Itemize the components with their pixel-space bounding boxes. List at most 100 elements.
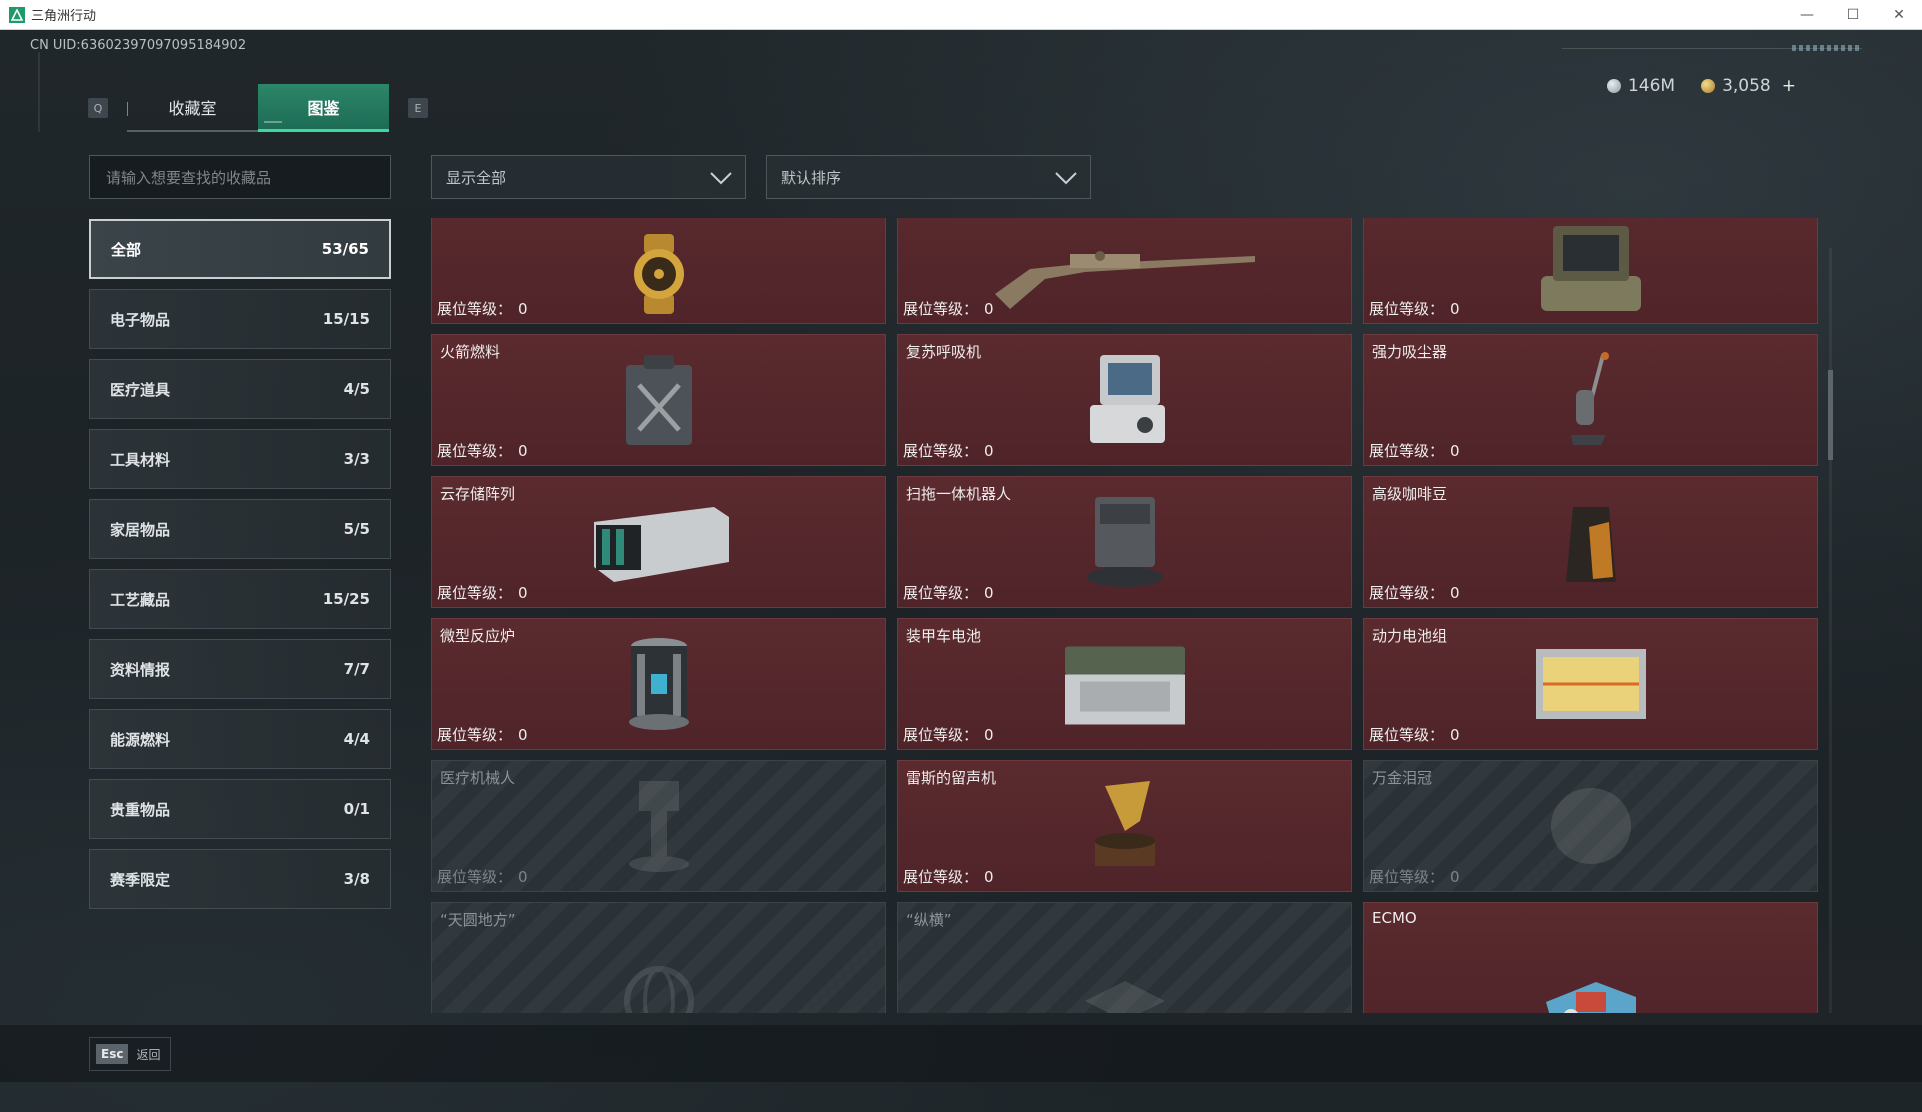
item-name: 万金泪冠 [1372,769,1433,787]
gold-amount: 3,058 [1722,76,1771,96]
vacuum-cleaner-icon [1570,352,1609,445]
item-name: 微型反应炉 [440,627,516,645]
category-count: 5/5 [343,520,370,538]
collection-card[interactable]: 微型反应炉 展位等级： 0 [431,618,886,750]
medical-robot-icon [628,781,689,872]
item-level: 展位等级： 0 [903,300,994,318]
category-label: 资料情报 [110,660,171,679]
category-count: 3/8 [343,870,370,888]
silver-amount: 146M [1627,76,1676,96]
sort-dropdown[interactable]: 默认排序 [766,155,1091,199]
item-name: 动力电池组 [1372,627,1448,645]
category-label: 全部 [111,240,142,259]
gramophone-icon [1094,781,1155,866]
back-label: 返回 [136,1047,161,1062]
globe-icon [623,965,694,1013]
gold-coin-icon [1701,79,1716,93]
battery-pack-icon [1535,649,1646,719]
tab-catalog[interactable]: 图鉴 [258,84,389,132]
micro-reactor-icon [628,638,689,730]
maximize-icon[interactable]: ☐ [1830,0,1876,30]
collection-card-locked[interactable]: “纵横” [897,902,1352,1013]
item-level: 展位等级： 0 [903,868,994,886]
collection-card[interactable]: 动力电池组 展位等级： 0 [1363,618,1818,750]
filter-dropdown[interactable]: 显示全部 [431,155,746,199]
esc-key-hint: Esc [96,1044,129,1064]
tab-collection-room[interactable]: 收藏室 [127,84,258,132]
collection-card[interactable]: 展位等级： 0 [431,218,886,324]
collection-card[interactable]: 复苏呼吸机 展位等级： 0 [897,334,1352,466]
coffee-bag-icon [1565,507,1616,582]
category-valuables[interactable]: 贵重物品 0/1 [89,779,391,839]
app-logo-icon [9,6,25,23]
item-name: 强力吸尘器 [1372,343,1448,361]
category-count: 4/4 [343,730,370,748]
grid-scrollbar-track[interactable] [1829,248,1832,1013]
item-name: 扫拖一体机器人 [906,485,1012,503]
category-count: 4/5 [343,380,370,398]
item-name: “天圆地方” [440,911,516,929]
grid-scrollbar-thumb[interactable] [1828,370,1833,460]
silver-currency: 146M [1606,76,1676,96]
collection-card[interactable]: 强力吸尘器 展位等级： 0 [1363,334,1818,466]
window-titlebar: 三角洲行动 — ☐ ✕ [0,0,1922,30]
category-crafts[interactable]: 工艺藏品 15/25 [89,569,391,629]
category-label: 能源燃料 [110,730,171,749]
item-level: 展位等级： 0 [437,726,528,744]
add-currency-button[interactable]: + [1782,76,1796,96]
category-season-limited[interactable]: 赛季限定 3/8 [89,849,391,909]
category-intel[interactable]: 资料情报 7/7 [89,639,391,699]
category-all[interactable]: 全部 53/65 [89,219,391,279]
collection-card[interactable]: 雷斯的留声机 展位等级： 0 [897,760,1352,892]
military-terminal-icon [1540,226,1641,311]
fuel-canister-icon [625,355,692,445]
crown-icon [1550,788,1631,864]
collection-card-locked[interactable]: “天圆地方” [431,902,886,1013]
decor-line [38,52,40,132]
item-level: 展位等级： 0 [437,584,528,602]
close-icon[interactable]: ✕ [1876,0,1922,30]
category-electronics[interactable]: 电子物品 15/15 [89,289,391,349]
category-list: 全部 53/65 电子物品 15/15 医疗道具 4/5 工具材料 3/3 家居… [89,219,391,919]
collection-card[interactable]: 扫拖一体机器人 展位等级： 0 [897,476,1352,608]
item-name: 高级咖啡豆 [1372,485,1448,503]
category-energy[interactable]: 能源燃料 4/4 [89,709,391,769]
collection-card[interactable]: ECMO [1363,902,1818,1013]
gold-watch-icon [633,233,684,314]
storage-array-icon [593,507,729,582]
collection-card[interactable]: 云存储阵列 展位等级： 0 [431,476,886,608]
category-label: 工具材料 [110,450,171,469]
collection-card[interactable]: 高级咖啡豆 展位等级： 0 [1363,476,1818,608]
back-button[interactable]: Esc 返回 [89,1037,171,1071]
collection-card[interactable]: 火箭燃料 展位等级： 0 [431,334,886,466]
category-label: 工艺藏品 [110,590,171,609]
window-title: 三角洲行动 [31,9,97,24]
collection-card[interactable]: 装甲车电池 展位等级： 0 [897,618,1352,750]
mop-robot-icon [1086,497,1163,587]
category-medical[interactable]: 医疗道具 4/5 [89,359,391,419]
collection-grid: 展位等级： 0 展位等级： 0 展位等级： 0 火箭燃料 展位等级： 0 复苏呼吸机 [431,218,1821,1013]
antique-rifle-icon [994,250,1255,309]
collection-card[interactable]: 展位等级： 0 [1363,218,1818,324]
gold-currency: 3,058 + [1701,76,1796,96]
category-count: 53/65 [321,240,369,258]
category-label: 贵重物品 [110,800,171,819]
collection-card-locked[interactable]: 万金泪冠 展位等级： 0 [1363,760,1818,892]
search-input[interactable]: 请输入想要查找的收藏品 [89,155,391,199]
chevron-down-icon [710,172,732,185]
item-level: 展位等级： 0 [1369,300,1460,318]
category-label: 电子物品 [110,310,171,329]
item-name: 医疗机械人 [440,769,516,787]
category-tools[interactable]: 工具材料 3/3 [89,429,391,489]
item-level: 展位等级： 0 [437,868,528,886]
collection-card[interactable]: 展位等级： 0 [897,218,1352,324]
collection-card-locked[interactable]: 医疗机械人 展位等级： 0 [431,760,886,892]
ecmo-machine-icon [1545,982,1636,1013]
item-level: 展位等级： 0 [903,726,994,744]
player-uid: CN UID:636023970970951849­02 [30,38,247,53]
ventilator-icon [1089,355,1165,443]
category-household[interactable]: 家居物品 5/5 [89,499,391,559]
item-level: 展位等级： 0 [1369,868,1460,886]
minimize-icon[interactable]: — [1784,0,1830,30]
sort-value: 默认排序 [781,168,842,187]
